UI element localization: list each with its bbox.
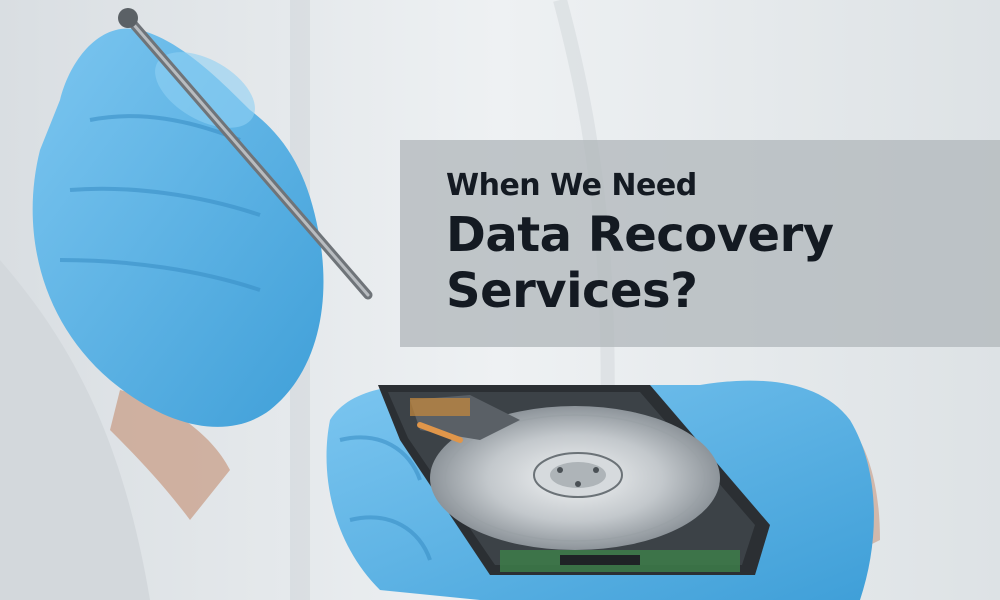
hero-banner: When We Need Data Recovery Services? [0,0,1000,600]
headline-line-1: When We Need [446,168,697,203]
headline-line-3: Services? [446,263,698,319]
headline: When We Need Data Recovery Services? [446,165,834,319]
headline-line-2: Data Recovery [446,207,834,263]
